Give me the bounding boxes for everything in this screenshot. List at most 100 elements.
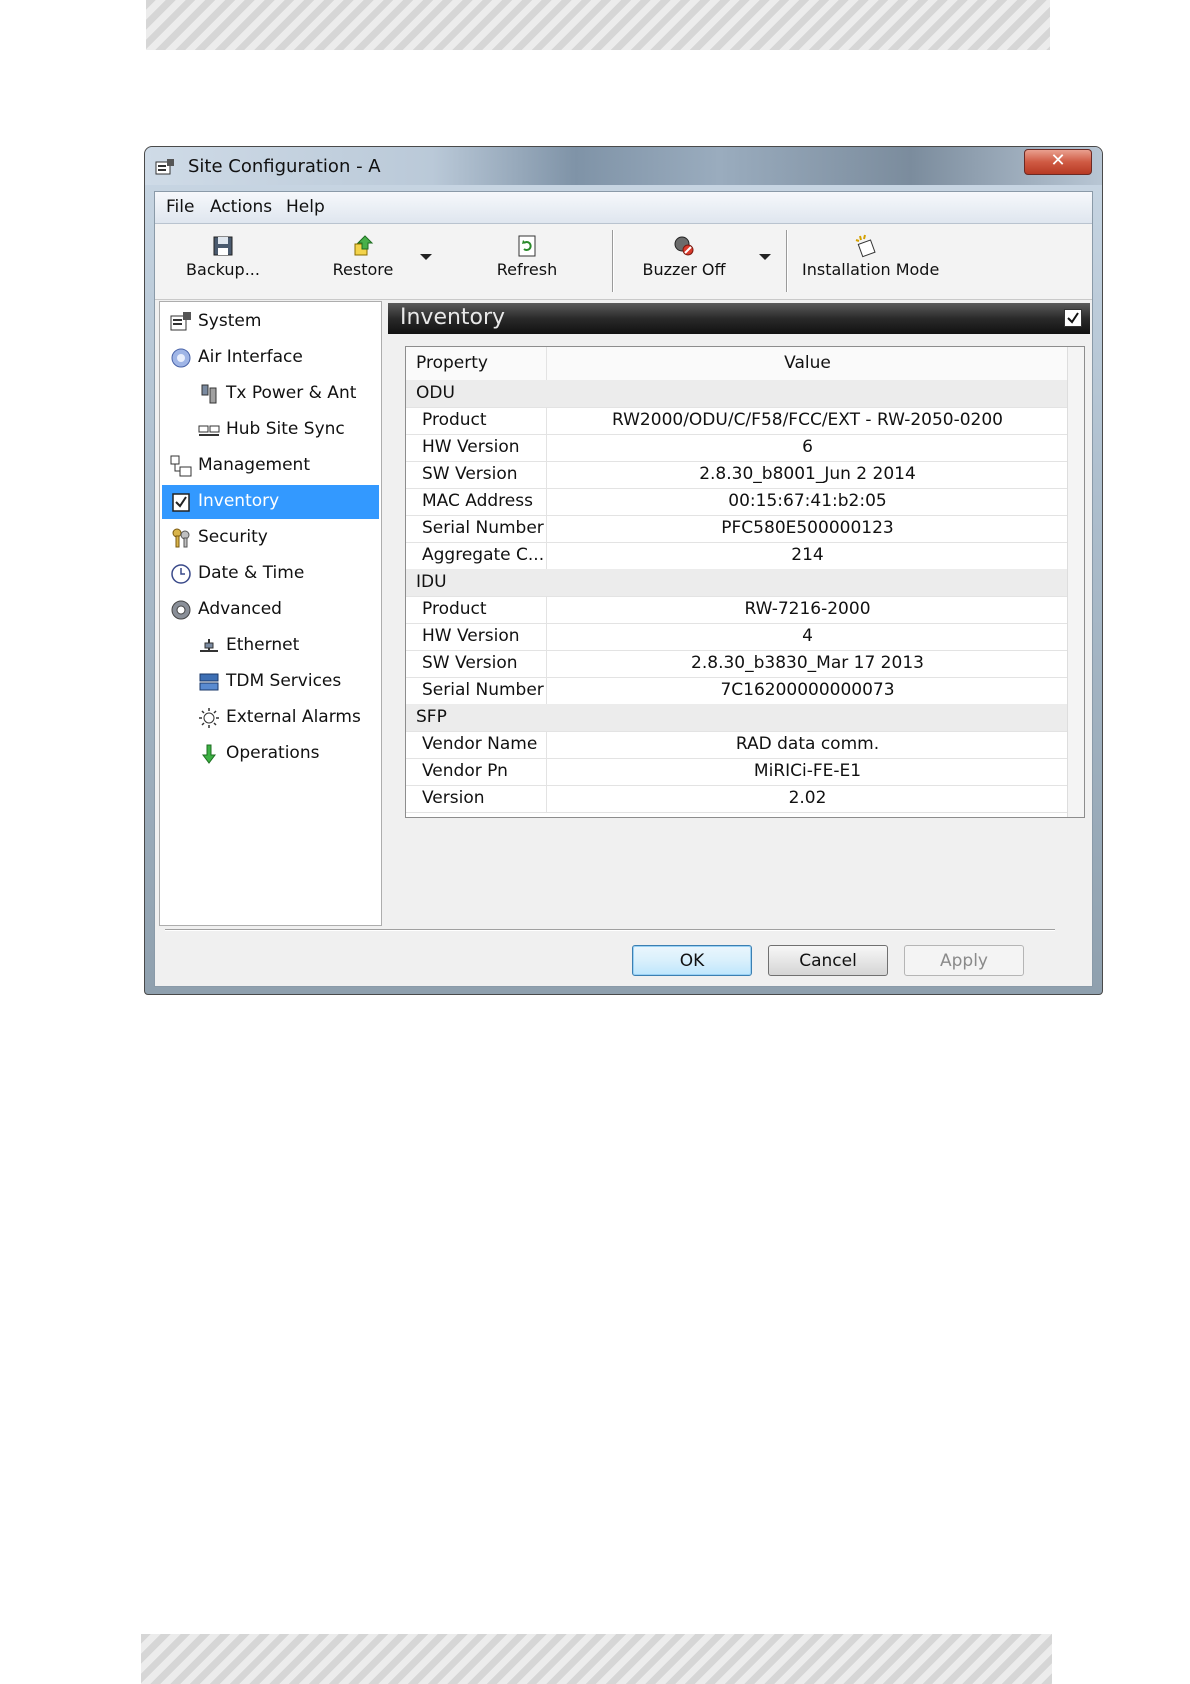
window-title: Site Configuration - A xyxy=(188,156,381,177)
nav-item-label: Management xyxy=(198,455,310,475)
operations-arrow-icon xyxy=(202,744,216,764)
nav-item-operations[interactable]: Operations xyxy=(162,737,379,771)
apply-button[interactable]: Apply xyxy=(904,945,1024,976)
site-configuration-window: Site Configuration - A ✕ File Actions He… xyxy=(144,146,1103,995)
nav-item-system[interactable]: System xyxy=(162,305,379,339)
table-row[interactable]: Product RW-7216-2000 xyxy=(406,596,1068,624)
group-label: SFP xyxy=(416,707,447,727)
table-row[interactable]: Aggregate C... 214 xyxy=(406,542,1068,570)
table-row[interactable]: SW Version 2.8.30_b8001_Jun 2 2014 xyxy=(406,461,1068,489)
value-cell: 6 xyxy=(802,437,813,457)
property-cell: Vendor Name xyxy=(406,731,547,758)
clock-icon xyxy=(171,564,191,584)
grid-group-row[interactable]: IDU xyxy=(406,569,1068,597)
nav-item-inventory[interactable]: Inventory xyxy=(162,485,379,519)
nav-item-label: System xyxy=(198,311,262,331)
property-cell: HW Version xyxy=(406,434,547,461)
property-cell: Product xyxy=(406,596,547,623)
value-cell: RAD data comm. xyxy=(735,734,880,754)
menu-file[interactable]: File xyxy=(166,197,194,217)
table-row[interactable]: Product RW2000/ODU/C/F58/FCC/EXT - RW-205… xyxy=(406,407,1068,435)
tx-power-antenna-icon xyxy=(201,384,217,404)
ok-button[interactable]: OK xyxy=(632,945,752,976)
air-interface-icon xyxy=(171,348,191,368)
refresh-icon xyxy=(518,235,536,257)
nav-item-label: Security xyxy=(198,527,268,547)
window-client-area: File Actions Help Backup... Restore Refr… xyxy=(154,191,1093,987)
value-cell: RW2000/ODU/C/F58/FCC/EXT - RW-2050-0200 xyxy=(612,410,1003,430)
nav-item-management[interactable]: Management xyxy=(162,449,379,483)
inventory-grid[interactable]: Property Value ODU Product RW2000/ODU/C/F5… xyxy=(405,346,1085,818)
restore-dropdown-arrow[interactable] xyxy=(420,254,432,260)
menu-actions[interactable]: Actions xyxy=(210,197,272,217)
refresh-button[interactable]: Refresh xyxy=(495,234,559,290)
buzzer-off-button[interactable]: Buzzer Off xyxy=(642,234,726,290)
nav-item-label: TDM Services xyxy=(226,671,342,691)
toolbar-separator xyxy=(786,230,788,292)
nav-item-advanced[interactable]: Advanced xyxy=(162,593,379,627)
nav-item-date-time[interactable]: Date & Time xyxy=(162,557,379,591)
value-cell: 2.8.30_b8001_Jun 2 2014 xyxy=(699,464,916,484)
nav-item-ethernet[interactable]: Ethernet xyxy=(162,629,379,663)
table-row[interactable]: Version 2.02 xyxy=(406,785,1068,813)
restore-arrow-icon xyxy=(354,235,374,256)
table-row[interactable]: SW Version 2.8.30_b3830_Mar 17 2013 xyxy=(406,650,1068,678)
restore-label: Restore xyxy=(332,260,394,279)
installation-mode-button[interactable]: Installation Mode xyxy=(802,234,940,290)
hub-sync-icon xyxy=(198,425,220,436)
security-keys-icon xyxy=(172,528,190,548)
title-bar[interactable]: Site Configuration - A ✕ xyxy=(145,147,1102,185)
page-footer-decoration xyxy=(141,1634,1052,1684)
table-row[interactable]: Serial Number 7C16200000000073 xyxy=(406,677,1068,705)
property-cell: SW Version xyxy=(406,650,547,677)
value-cell: 214 xyxy=(791,545,824,565)
nav-item-air-interface[interactable]: Air Interface xyxy=(162,341,379,375)
table-row[interactable]: HW Version 6 xyxy=(406,434,1068,462)
backup-button[interactable]: Backup... xyxy=(185,234,261,290)
property-cell: Serial Number xyxy=(406,515,547,542)
toolbar-separator xyxy=(612,230,614,292)
floppy-disk-icon xyxy=(213,236,233,256)
property-cell: Aggregate C... xyxy=(406,542,547,569)
nav-item-label: Inventory xyxy=(198,491,280,511)
navigation-tree: System Air Interface Tx Power & Ant Hub … xyxy=(159,301,382,926)
nav-item-tx-power-ant[interactable]: Tx Power & Ant xyxy=(162,377,379,411)
table-row[interactable]: Vendor Name RAD data comm. xyxy=(406,731,1068,759)
table-row[interactable]: Serial Number PFC580E500000123 xyxy=(406,515,1068,543)
value-column-header[interactable]: Value xyxy=(547,347,1068,380)
grid-group-row[interactable]: SFP xyxy=(406,704,1068,732)
property-cell: SW Version xyxy=(406,461,547,488)
property-cell: Serial Number xyxy=(406,677,547,704)
nav-item-tdm-services[interactable]: TDM Services xyxy=(162,665,379,699)
gear-icon xyxy=(171,600,191,620)
grid-group-row[interactable]: ODU xyxy=(406,380,1068,408)
refresh-label: Refresh xyxy=(496,260,558,279)
buzzer-dropdown-arrow[interactable] xyxy=(759,254,771,260)
ethernet-icon xyxy=(200,639,218,652)
tdm-services-icon xyxy=(199,673,219,691)
cancel-button[interactable]: Cancel xyxy=(768,945,888,976)
grid-scrollbar[interactable] xyxy=(1067,347,1084,817)
value-cell: 00:15:67:41:b2:05 xyxy=(728,491,887,511)
system-config-icon xyxy=(170,312,191,331)
close-button[interactable]: ✕ xyxy=(1024,149,1092,175)
table-row[interactable]: MAC Address 00:15:67:41:b2:05 xyxy=(406,488,1068,516)
page-header-decoration xyxy=(146,0,1050,50)
value-cell: 2.02 xyxy=(788,788,827,808)
table-row[interactable]: Vendor Pn MiRICi-FE-E1 xyxy=(406,758,1068,786)
nav-item-label: Tx Power & Ant xyxy=(226,383,357,403)
nav-item-security[interactable]: Security xyxy=(162,521,379,555)
value-cell: RW-7216-2000 xyxy=(744,599,871,619)
restore-button[interactable]: Restore xyxy=(330,234,396,290)
inventory-check-icon xyxy=(1064,309,1082,327)
table-row[interactable]: HW Version 4 xyxy=(406,623,1068,651)
value-cell: PFC580E500000123 xyxy=(721,518,894,538)
nav-item-label: Hub Site Sync xyxy=(226,419,345,439)
property-cell: HW Version xyxy=(406,623,547,650)
installation-mode-label: Installation Mode xyxy=(802,260,940,279)
menu-help[interactable]: Help xyxy=(286,197,325,217)
grid-header-row: Property Value xyxy=(406,347,1068,381)
nav-item-hub-site-sync[interactable]: Hub Site Sync xyxy=(162,413,379,447)
nav-item-external-alarms[interactable]: External Alarms xyxy=(162,701,379,735)
property-column-header[interactable]: Property xyxy=(406,347,547,380)
